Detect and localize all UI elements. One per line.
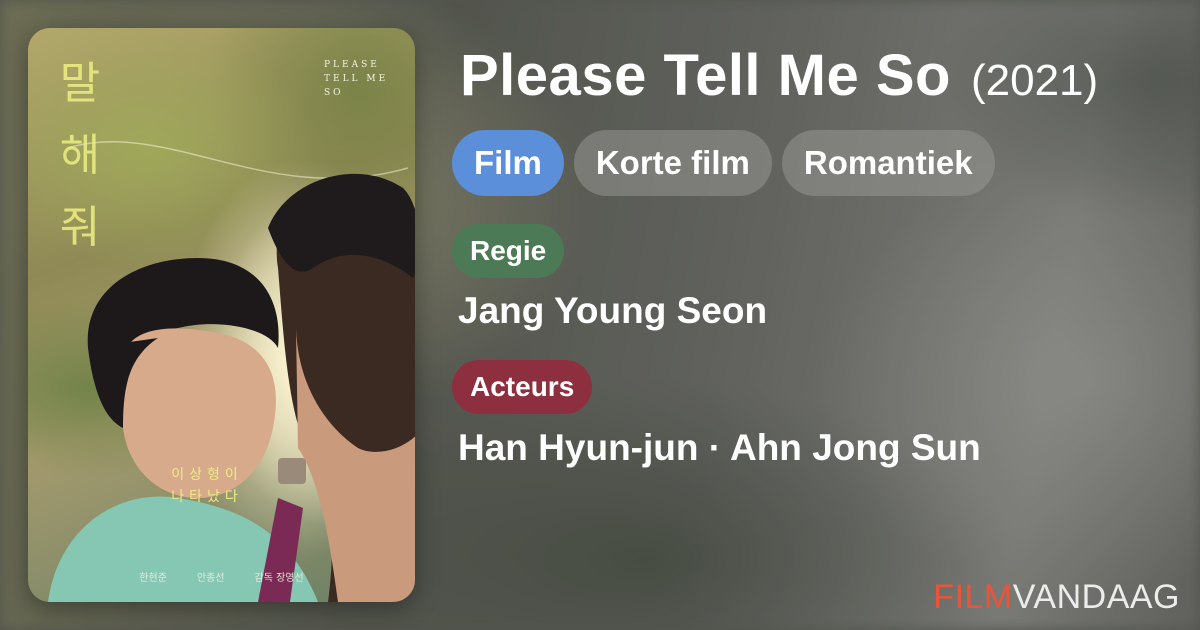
poster-credit-director: 감독 장영선 xyxy=(254,573,304,584)
director-name[interactable]: Jang Young Seon xyxy=(458,290,767,332)
director-label-badge: Regie xyxy=(452,224,565,278)
share-card: 말 해 줘 PLEASE TELL ME SO 이상형이 나타났다 한현준 안종… xyxy=(0,0,1200,630)
genre-chips: Film Korte film Romantiek xyxy=(452,130,995,196)
poster-korean-title: 말 해 줘 xyxy=(59,58,101,253)
logo-part-film: FILM xyxy=(933,578,1013,616)
poster-credits: 한현준 안종선 감독 장영선 xyxy=(28,569,415,589)
poster-tagline: 이상형이 나타났다 xyxy=(171,467,243,505)
poster-credit-actor-1: 한현준 xyxy=(139,573,167,584)
genre-chip-film[interactable]: Film xyxy=(452,130,564,196)
logo-part-vandaag: VANDAAG xyxy=(1012,578,1180,616)
title-row: Please Tell Me So (2021) xyxy=(460,42,1098,109)
filmvandaag-logo[interactable]: FILMVANDAAG xyxy=(933,578,1180,617)
cast-names[interactable]: Han Hyun-jun · Ahn Jong Sun xyxy=(458,427,981,469)
movie-year: (2021) xyxy=(970,56,1099,105)
cast-label-badge: Acteurs xyxy=(452,360,593,414)
genre-chip-korte-film[interactable]: Korte film xyxy=(573,130,772,196)
movie-poster[interactable]: 말 해 줘 PLEASE TELL ME SO 이상형이 나타났다 한현준 안종… xyxy=(28,28,415,602)
movie-title: Please Tell Me So xyxy=(460,43,951,108)
genre-chip-romantiek[interactable]: Romantiek xyxy=(781,130,995,196)
poster-english-title: PLEASE TELL ME SO xyxy=(324,60,389,98)
poster-credit-actor-2: 안종선 xyxy=(196,573,225,584)
